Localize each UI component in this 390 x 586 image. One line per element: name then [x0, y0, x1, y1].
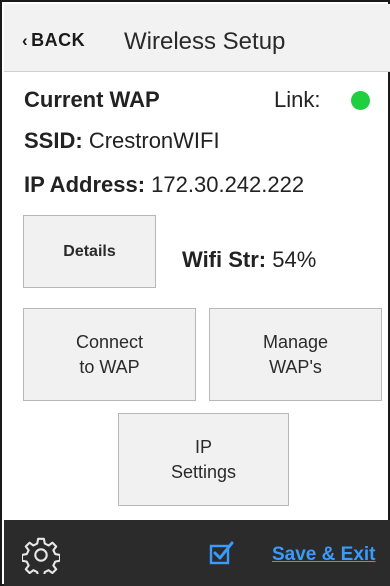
header-bar: ‹ BACK Wireless Setup: [4, 4, 390, 72]
wifi-strength-label: Wifi Str:: [182, 247, 267, 272]
wifi-strength-value: 54%: [272, 247, 317, 272]
details-button[interactable]: Details: [23, 215, 156, 288]
save-and-exit-link[interactable]: Save & Exit: [272, 544, 376, 566]
ip-address-label: IP Address:: [24, 172, 146, 197]
wifi-strength: Wifi Str: 54%: [182, 247, 316, 273]
chevron-left-icon: ‹: [22, 30, 29, 50]
ssid-row: SSID: CrestronWIFI: [24, 128, 220, 154]
ssid-label: SSID:: [24, 128, 83, 153]
footer-bar: Save & Exit: [4, 520, 390, 586]
ip-settings-button[interactable]: IP Settings: [118, 413, 289, 506]
back-button[interactable]: ‹ BACK: [22, 30, 85, 51]
link-label: Link:: [274, 87, 321, 112]
page-title: Wireless Setup: [124, 28, 286, 55]
checkbox-checked-icon[interactable]: [209, 540, 235, 566]
wireless-setup-window: ‹ BACK Wireless Setup Current WAP Link: …: [0, 0, 390, 586]
connect-to-wap-button[interactable]: Connect to WAP: [23, 308, 196, 401]
link-status-indicator: [351, 91, 370, 110]
current-wap-heading: Current WAP: [24, 87, 160, 112]
back-label: BACK: [31, 30, 86, 50]
gear-icon[interactable]: [22, 536, 60, 574]
ssid-value: CrestronWIFI: [88, 128, 220, 153]
ip-address-row: IP Address: 172.30.242.222: [24, 172, 304, 198]
ip-address-value: 172.30.242.222: [151, 172, 305, 197]
manage-waps-button[interactable]: Manage WAP's: [209, 308, 382, 401]
